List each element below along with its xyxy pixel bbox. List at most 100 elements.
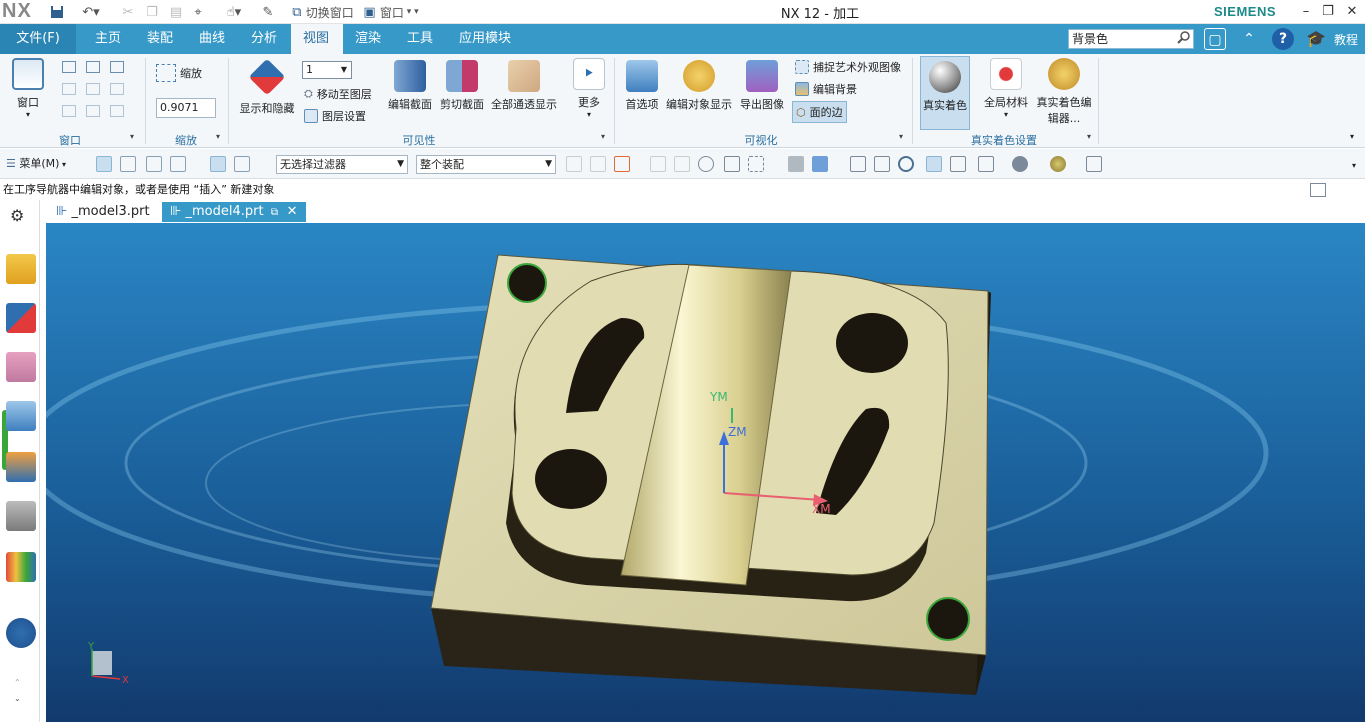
edit-section-button[interactable]: 编辑截面	[386, 60, 434, 112]
history-icon[interactable]	[6, 552, 36, 582]
full-screen-icon[interactable]: ▢	[1204, 28, 1226, 50]
window-title: NX 12 - 加工	[780, 7, 860, 22]
scroll-up-icon[interactable]: ⌃	[14, 678, 21, 687]
touch-mode-icon[interactable]: ☝▾	[216, 3, 252, 21]
more-button[interactable]: ⯈ 更多 ▾	[570, 58, 608, 119]
cube-icon: ⬡	[796, 105, 806, 119]
zoom-box-icon[interactable]	[874, 156, 890, 172]
clip-section-button[interactable]: 剪切截面	[438, 60, 486, 112]
undo-icon[interactable]: ↶▾	[76, 3, 106, 21]
search-icon[interactable]	[1176, 30, 1192, 46]
point-snap-icon[interactable]	[614, 156, 630, 172]
pan-icon[interactable]	[926, 156, 942, 172]
toolbar-options-icon[interactable]: ▾	[1352, 161, 1356, 170]
zm-label: ZM	[728, 425, 747, 439]
selection-scope-select[interactable]: 整个装配 ▼	[416, 155, 556, 174]
scroll-down-icon[interactable]: ⌄	[14, 694, 21, 703]
window-button[interactable]: 窗口 ▾	[8, 58, 48, 119]
menu-button[interactable]: ☰ 菜单(M) ▾	[6, 155, 66, 171]
copy-icon: ❐	[146, 4, 158, 20]
doc-tab-model4[interactable]: ⊪ _model4.prt ⧉ ✕	[162, 202, 306, 222]
two-views-icon[interactable]	[86, 61, 100, 73]
minimize-icon[interactable]: –	[1296, 2, 1316, 22]
fit-view-icon[interactable]	[850, 156, 866, 172]
machine-navigator-icon[interactable]	[6, 452, 36, 482]
tab-home[interactable]: 主页	[83, 24, 133, 54]
true-shading-toggle[interactable]: 真实着色	[920, 56, 970, 130]
zoom-scale-input[interactable]: 0.9071	[156, 98, 216, 118]
horizontal-views-icon[interactable]	[110, 61, 124, 73]
select-feature-icon[interactable]	[96, 156, 112, 172]
snap-center-icon[interactable]	[698, 156, 714, 172]
work-layer-select[interactable]: 1 ▼	[302, 61, 352, 79]
nine-views-icon	[110, 105, 124, 117]
all-pass-display-button[interactable]: 全部通透显示	[490, 60, 558, 112]
constraint-navigator-icon[interactable]	[6, 303, 36, 333]
shaded-icon[interactable]	[1050, 156, 1066, 172]
tutorial-link[interactable]: 教程	[1334, 31, 1358, 48]
edit-tool-icon[interactable]: ✎	[258, 3, 278, 21]
ym-label: YM	[709, 390, 728, 404]
gear-icon[interactable]: ⚙	[10, 206, 24, 225]
tab-render[interactable]: 渲染	[343, 24, 393, 54]
doc-tab-model3[interactable]: ⊪ _model3.prt	[48, 202, 158, 222]
save-icon[interactable]	[48, 3, 66, 21]
reuse-library-icon[interactable]	[6, 501, 36, 531]
info-icon[interactable]	[6, 618, 36, 648]
box-select-icon[interactable]	[748, 156, 764, 172]
render-style-icon[interactable]	[1012, 156, 1028, 172]
type-filter-select[interactable]: 无选择过滤器 ▼	[276, 155, 408, 174]
orient-view-icon[interactable]	[978, 156, 994, 172]
layer-visibility-icon[interactable]	[1086, 156, 1102, 172]
select-face-icon[interactable]	[146, 156, 162, 172]
fit-window-icon[interactable]	[1310, 183, 1326, 197]
global-material-button[interactable]: 全局材料 ▾	[982, 58, 1030, 119]
select-edge-icon[interactable]	[170, 156, 186, 172]
true-shading-editor-button[interactable]: 真实着色编辑器...	[1036, 58, 1092, 126]
help-icon[interactable]: ?	[1272, 28, 1294, 50]
part-navigator-icon[interactable]	[6, 352, 36, 382]
zoom-button[interactable]: 缩放	[156, 64, 202, 82]
export-image-button[interactable]: 导出图像	[736, 60, 788, 112]
assembly-navigator-icon[interactable]	[6, 254, 36, 284]
select-body-icon[interactable]	[120, 156, 136, 172]
selection-priority-icon[interactable]	[234, 156, 250, 172]
capture-art-image-button[interactable]: 捕捉艺术外观图像	[795, 59, 901, 75]
translucent-box-icon	[508, 60, 540, 92]
capture-icon	[795, 60, 809, 74]
close-icon[interactable]: ✕	[1342, 2, 1362, 22]
graphics-window[interactable]: YM ZM XM X Y	[46, 223, 1365, 722]
undock-icon[interactable]: ⧉	[268, 207, 278, 218]
show-icon[interactable]	[812, 156, 828, 172]
operation-navigator-icon[interactable]	[6, 401, 36, 431]
window-menu-button[interactable]: ▣ 窗口 ▾ ▾	[358, 3, 424, 21]
tab-view[interactable]: 视图	[291, 24, 343, 54]
edit-background-button[interactable]: 编辑背景	[795, 81, 857, 97]
rotate-icon[interactable]	[898, 156, 914, 172]
title-bar: NX ↶▾ ✂ ❐ ▤ ⌖ ☝▾ ✎ ⧉ 切换窗口 ▣ 窗口 ▾ ▾ NX 12…	[0, 0, 1365, 24]
tab-tools[interactable]: 工具	[395, 24, 445, 54]
face-edges-toggle[interactable]: ⬡ 面的边	[792, 101, 847, 123]
show-hide-button[interactable]: 显示和隐藏	[236, 58, 298, 116]
layer-settings-button[interactable]: 图层设置	[304, 108, 366, 124]
close-tab-icon[interactable]: ✕	[282, 204, 298, 219]
tab-file[interactable]: 文件(F)	[0, 24, 76, 54]
tab-analysis[interactable]: 分析	[239, 24, 289, 54]
move-to-layer-button[interactable]: ⛭ 移动至图层	[304, 86, 372, 102]
restore-icon[interactable]: ❐	[1318, 2, 1338, 22]
switch-window-button[interactable]: ⧉ 切换窗口	[288, 3, 358, 21]
tab-assembly[interactable]: 装配	[135, 24, 185, 54]
single-view-icon[interactable]	[62, 61, 76, 73]
tab-curve[interactable]: 曲线	[187, 24, 237, 54]
tab-applications[interactable]: 应用模块	[447, 24, 523, 54]
hide-icon[interactable]	[788, 156, 804, 172]
collapse-ribbon-icon[interactable]: ⌃	[1238, 28, 1260, 50]
section-view-icon[interactable]	[950, 156, 966, 172]
repeat-command-icon[interactable]: ⌖	[188, 3, 208, 21]
selection-mode-icon[interactable]	[210, 156, 226, 172]
ribbon-options-icon[interactable]: ▾	[1350, 132, 1354, 141]
preferences-button[interactable]: 首选项	[620, 60, 664, 112]
snap-quadrant-icon[interactable]	[724, 156, 740, 172]
model-view[interactable]: YM ZM XM X Y	[46, 223, 1365, 722]
edit-object-display-button[interactable]: 编辑对象显示	[664, 60, 734, 112]
